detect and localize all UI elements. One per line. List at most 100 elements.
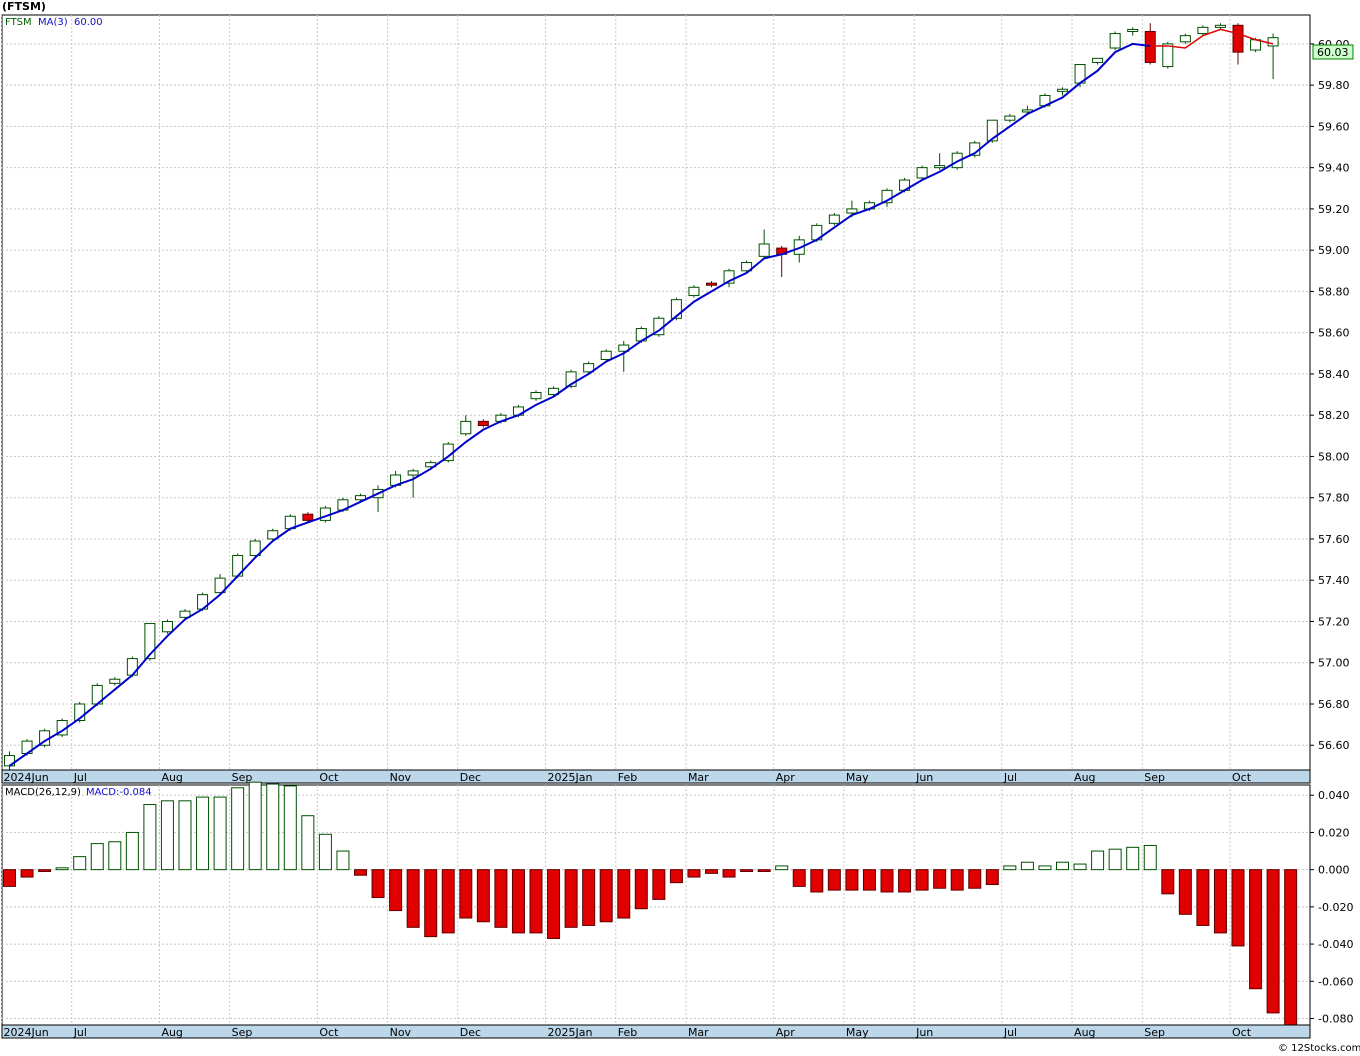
macd-bar-negative bbox=[705, 869, 718, 874]
macd-bar-negative bbox=[722, 869, 736, 878]
macd-bar-negative bbox=[985, 869, 999, 886]
macd-bar-positive bbox=[160, 800, 174, 871]
price-y-label: 57.80 bbox=[1318, 492, 1350, 505]
macd-bar-positive bbox=[336, 850, 350, 871]
price-y-label: 59.20 bbox=[1318, 203, 1350, 216]
macd-x-label: Jul bbox=[1003, 1026, 1017, 1039]
macd-y-axis: 0.040 0.020 0.000 -0.020 -0.040 -0.060 -0.080 bbox=[1310, 789, 1353, 1025]
chart-title: (FTSM) bbox=[2, 0, 46, 13]
price-x-label: Sep bbox=[1144, 771, 1165, 784]
macd-x-label: Oct bbox=[1232, 1026, 1252, 1039]
candle-up bbox=[600, 350, 612, 360]
price-panel bbox=[1, 14, 1311, 771]
macd-bar-negative bbox=[827, 869, 841, 891]
macd-x-label: Nov bbox=[390, 1026, 412, 1039]
macd-bar-positive bbox=[108, 841, 122, 871]
candle-down bbox=[706, 282, 717, 286]
price-x-label: Jun bbox=[915, 771, 933, 784]
macd-bar-positive bbox=[1056, 861, 1069, 871]
macd-bar-negative bbox=[1178, 869, 1192, 915]
candle-down bbox=[1144, 31, 1156, 63]
macd-bar-negative bbox=[1213, 869, 1227, 934]
macd-bar-negative bbox=[511, 869, 525, 934]
macd-bar-negative bbox=[424, 869, 438, 938]
macd-bar-negative bbox=[1161, 869, 1175, 895]
macd-y-label: 0.040 bbox=[1318, 789, 1350, 802]
macd-bar-negative bbox=[354, 869, 367, 876]
macd-x-label: Aug bbox=[1074, 1026, 1095, 1039]
price-y-label: 59.40 bbox=[1318, 162, 1350, 175]
macd-bar-negative bbox=[1284, 869, 1298, 1027]
macd-x-label: May bbox=[846, 1026, 869, 1039]
macd-bar-negative bbox=[968, 869, 982, 889]
macd-bar-negative bbox=[3, 869, 16, 887]
macd-bar-positive bbox=[1143, 844, 1157, 871]
legend-ma-label: MA(3) bbox=[38, 17, 68, 28]
macd-legend-value: MACD:-0.084 bbox=[86, 787, 152, 798]
macd-bar-positive bbox=[90, 843, 104, 871]
price-x-label: Apr bbox=[776, 771, 796, 784]
candle-up bbox=[460, 420, 472, 435]
price-x-label: Jul bbox=[73, 771, 87, 784]
price-x-label: Aug bbox=[1074, 771, 1095, 784]
macd-bar-positive bbox=[775, 865, 789, 871]
price-y-label: 58.40 bbox=[1318, 368, 1350, 381]
price-y-label: 58.00 bbox=[1318, 450, 1350, 463]
macd-bar-negative bbox=[389, 869, 403, 912]
macd-bar-negative bbox=[529, 869, 543, 934]
price-y-label: 58.80 bbox=[1318, 285, 1350, 298]
macd-bar-positive bbox=[55, 867, 69, 871]
macd-bar-negative bbox=[845, 869, 859, 891]
macd-x-label: Feb bbox=[618, 1026, 637, 1039]
macd-bar-negative bbox=[371, 869, 385, 899]
macd-bar-negative bbox=[441, 869, 455, 934]
candle-up bbox=[1214, 24, 1226, 28]
candle-down bbox=[1232, 24, 1244, 53]
macd-bar-negative bbox=[547, 869, 561, 939]
macd-bar-negative bbox=[757, 869, 771, 873]
macd-bar-positive bbox=[283, 785, 297, 871]
candle-up bbox=[126, 658, 138, 676]
macd-bar-positive bbox=[318, 833, 332, 871]
macd-bar-negative bbox=[669, 869, 683, 884]
macd-bar-positive bbox=[73, 856, 87, 871]
macd-y-label: -0.040 bbox=[1318, 938, 1353, 951]
price-x-label: Dec bbox=[460, 771, 481, 784]
candle-up bbox=[1267, 37, 1279, 47]
candle-up bbox=[1004, 115, 1016, 121]
macd-bar-negative bbox=[1196, 869, 1210, 926]
price-y-label: 57.20 bbox=[1318, 615, 1350, 628]
macd-bar-negative bbox=[933, 869, 947, 889]
macd-bar-negative bbox=[1231, 869, 1245, 947]
footer-credit: © 12Stocks.com bbox=[1278, 1043, 1360, 1054]
macd-bar-positive bbox=[1020, 861, 1034, 871]
candle-up bbox=[1109, 33, 1121, 49]
macd-x-axis-strip bbox=[1, 1024, 1311, 1039]
candle-up bbox=[1179, 35, 1191, 43]
macd-bar-positive bbox=[1073, 863, 1087, 871]
price-y-label: 59.00 bbox=[1318, 244, 1350, 257]
macd-bar-negative bbox=[406, 869, 420, 928]
price-x-label: 2024Jun bbox=[4, 771, 49, 784]
macd-x-label: Oct bbox=[319, 1026, 339, 1039]
macd-legend-label: MACD(26,12,9) bbox=[5, 787, 81, 798]
price-y-axis: 56.60 56.80 57.00 57.20 57.40 57.60 57.80 58.00… bbox=[1310, 38, 1350, 752]
macd-x-label: Sep bbox=[1144, 1026, 1165, 1039]
macd-bar-negative bbox=[494, 869, 508, 928]
price-x-axis-strip bbox=[1, 769, 1311, 784]
macd-bar-negative bbox=[599, 869, 613, 923]
macd-bar-positive bbox=[125, 831, 139, 871]
macd-bar-negative bbox=[950, 869, 964, 891]
macd-bar-negative bbox=[564, 869, 578, 928]
candle-up bbox=[846, 208, 858, 214]
price-x-label: Feb bbox=[618, 771, 637, 784]
macd-bar-negative bbox=[459, 869, 473, 919]
macd-x-label: Aug bbox=[161, 1026, 182, 1039]
macd-bar-negative bbox=[740, 869, 754, 873]
price-y-label: 56.60 bbox=[1318, 739, 1350, 752]
macd-bar-negative bbox=[792, 869, 806, 887]
price-x-label: Nov bbox=[390, 771, 412, 784]
macd-bar-positive bbox=[178, 800, 192, 871]
macd-bar-positive bbox=[196, 796, 210, 871]
candle-down bbox=[302, 513, 314, 521]
